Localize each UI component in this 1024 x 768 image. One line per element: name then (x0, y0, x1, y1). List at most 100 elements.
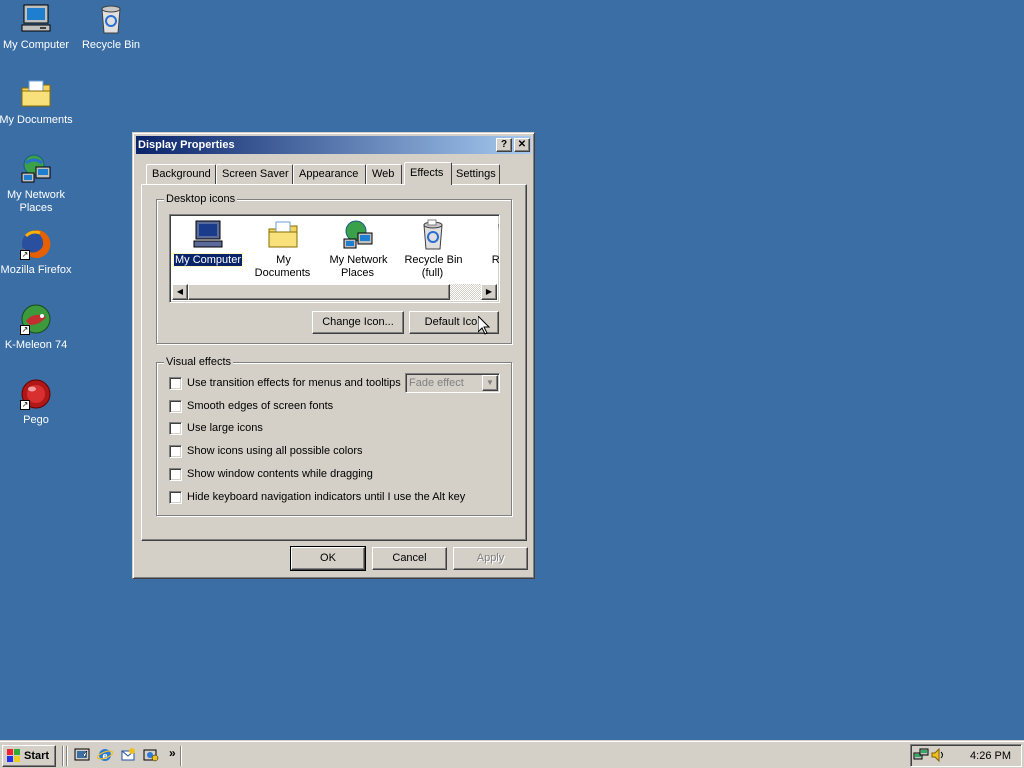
network-tray-icon[interactable] (913, 747, 929, 766)
tab-screen-saver[interactable]: Screen Saver (216, 164, 293, 184)
arrow-left-icon: ◀ (176, 287, 184, 296)
tab-label: Screen Saver (222, 168, 289, 180)
help-icon: ? (500, 139, 508, 150)
ok-button[interactable]: OK (290, 546, 366, 571)
checkbox-label: Use large icons (187, 422, 263, 434)
list-item-my-computer[interactable]: My Computer (172, 219, 244, 267)
visual-effects-group: Visual effects Use transition effects fo… (156, 355, 512, 516)
desktop-icons-list[interactable]: My Computer My Documents My Network Plac… (169, 214, 500, 303)
chevron-down-icon: ▼ (482, 375, 498, 391)
desktop-icon-firefox[interactable]: ↗ Mozilla Firefox (0, 228, 74, 277)
volume-tray-icon[interactable] (930, 747, 946, 766)
desktop-icon-pego[interactable]: ↗ Pego (0, 378, 74, 427)
checkbox[interactable] (169, 377, 182, 390)
desktop-icon-label: Mozilla Firefox (0, 264, 72, 276)
tab-label: Background (152, 168, 211, 180)
desktop-icon-label: K-Meleon 74 (4, 339, 68, 351)
show-desktop-icon[interactable] (74, 747, 90, 763)
tab-settings[interactable]: Settings (450, 164, 500, 184)
taskbar-separator (180, 746, 182, 766)
checkbox[interactable] (169, 445, 182, 458)
transition-effect-dropdown: Fade effect ▼ (405, 373, 500, 393)
my-computer-icon (20, 3, 52, 35)
desktop-icon-recycle-bin[interactable]: Recycle Bin (73, 3, 149, 52)
cancel-button[interactable]: Cancel (372, 547, 447, 570)
close-button[interactable]: ✕ (514, 138, 530, 152)
dialog-titlebar[interactable]: Display Properties ? ✕ (136, 136, 531, 154)
checkbox[interactable] (169, 422, 182, 435)
desktop-icon-my-documents[interactable]: My Documents (0, 78, 74, 127)
taskbar: Start e » 4:26 PM (0, 740, 1024, 768)
desktop-icon-network-places[interactable]: My Network Places (0, 153, 74, 215)
help-button[interactable]: ? (496, 138, 512, 152)
apply-button[interactable]: Apply (453, 547, 528, 570)
checkbox-label: Show window contents while dragging (187, 468, 373, 480)
start-label: Start (24, 750, 50, 762)
group-legend: Visual effects (164, 355, 234, 369)
internet-explorer-icon[interactable]: e (96, 747, 114, 763)
button-label: Default Icon (424, 316, 484, 328)
checkbox-label: Smooth edges of screen fonts (187, 400, 334, 412)
list-item-label: My Documents (254, 254, 311, 279)
desktop-icon-my-computer[interactable]: My Computer (0, 3, 74, 52)
taskbar-separator (66, 746, 68, 766)
shortcut-arrow-icon: ↗ (20, 400, 30, 410)
display-properties-dialog: Display Properties ? ✕ Background Screen… (132, 132, 535, 579)
my-documents-icon (20, 78, 52, 110)
firefox-icon: ↗ (20, 228, 52, 260)
network-places-icon (342, 219, 374, 251)
button-label: OK (320, 552, 336, 564)
my-computer-icon (192, 219, 224, 251)
list-item-recycle-bin-empty[interactable]: Rec (e (472, 219, 500, 267)
tab-label: Settings (456, 168, 496, 180)
tab-effects[interactable]: Effects (404, 162, 452, 185)
checkbox[interactable] (169, 491, 182, 504)
list-item-label: Rec (e (491, 254, 500, 266)
list-item-label: My Computer (172, 253, 244, 267)
desktop-icon-k-meleon[interactable]: ↗ K-Meleon 74 (0, 303, 74, 352)
group-legend: Desktop icons (164, 192, 238, 206)
windows-logo-icon (7, 749, 21, 768)
scroll-left-button[interactable]: ◀ (172, 284, 188, 300)
windows-media-icon[interactable] (143, 747, 159, 763)
tab-web[interactable]: Web (366, 164, 402, 184)
desktop-icons-group: Desktop icons My Computer My Documents M… (156, 192, 512, 344)
list-item-my-documents[interactable]: My Documents (247, 219, 319, 280)
arrow-right-icon: ▶ (485, 287, 493, 296)
checkbox-label: Hide keyboard navigation indicators unti… (187, 491, 466, 503)
dropdown-value: Fade effect (409, 377, 464, 389)
system-tray: 4:26 PM (910, 744, 1022, 767)
checkbox[interactable] (169, 400, 182, 413)
horizontal-scrollbar[interactable]: ◀ ▶ (172, 284, 497, 300)
recycle-bin-full-icon (417, 219, 449, 251)
list-item-label: My Network Places (329, 254, 388, 279)
network-places-icon (20, 153, 52, 185)
button-label: Cancel (392, 552, 427, 564)
tab-background[interactable]: Background (146, 164, 216, 184)
effects-tab-panel: Desktop icons My Computer My Documents M… (141, 184, 527, 541)
list-item-network-places[interactable]: My Network Places (322, 219, 394, 280)
outlook-express-icon[interactable] (120, 747, 136, 763)
tab-label: Appearance (299, 168, 359, 180)
recycle-bin-empty-icon (492, 219, 499, 251)
k-meleon-icon: ↗ (20, 303, 52, 335)
quick-launch-more-button[interactable]: » (169, 746, 176, 760)
scroll-right-button[interactable]: ▶ (481, 284, 497, 300)
button-label: Change Icon... (322, 316, 394, 328)
checkbox[interactable] (169, 468, 182, 481)
desktop-icon-label: My Documents (0, 114, 73, 126)
mouse-cursor-icon (477, 314, 491, 338)
change-icon-button[interactable]: Change Icon... (312, 311, 404, 334)
start-button[interactable]: Start (2, 745, 56, 767)
list-item-recycle-bin-full[interactable]: Recycle Bin (full) (397, 219, 469, 280)
shortcut-arrow-icon: ↗ (20, 325, 30, 335)
scroll-thumb[interactable] (188, 284, 450, 300)
list-item-label: Recycle Bin (full) (404, 254, 463, 279)
desktop-icon-label: My Computer (2, 39, 70, 51)
checkbox-label: Show icons using all possible colors (187, 445, 363, 457)
tab-appearance[interactable]: Appearance (293, 164, 366, 184)
recycle-bin-icon (95, 3, 127, 35)
clock[interactable]: 4:26 PM (970, 749, 1011, 763)
pego-icon: ↗ (20, 378, 52, 410)
my-documents-icon (267, 219, 299, 251)
